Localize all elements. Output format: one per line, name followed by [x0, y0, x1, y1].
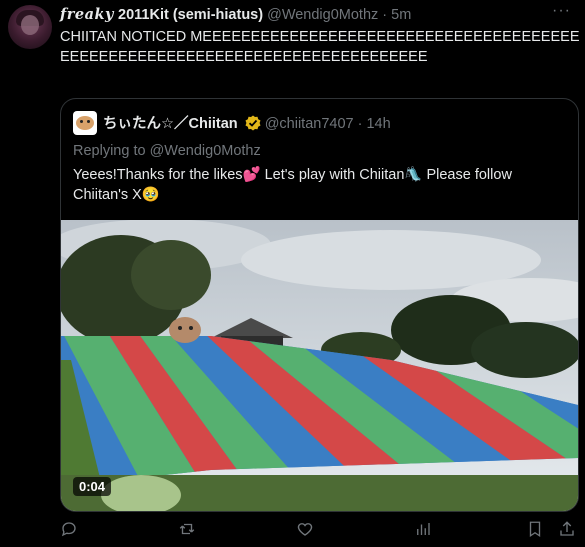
tweet-header: 𝒇𝒓𝒆𝒂𝒌𝒚 2011Kit (semi-hiatus) @Wendig0Mot…	[60, 6, 411, 24]
mascot-figure	[169, 317, 201, 343]
reply-icon[interactable]	[60, 520, 78, 543]
more-icon[interactable]: ···	[552, 2, 571, 20]
timestamp[interactable]: 5m	[391, 7, 411, 23]
views-icon[interactable]	[414, 520, 432, 543]
display-name[interactable]: 𝒇𝒓𝒆𝒂𝒌𝒚 2011Kit (semi-hiatus)	[60, 6, 264, 23]
replying-to: Replying to @Wendig0Mothz	[73, 143, 261, 159]
quote-avatar[interactable]	[73, 111, 97, 135]
retweet-icon[interactable]	[178, 520, 196, 543]
tweet-text: CHIITAN NOTICED MEEEEEEEEEEEEEEEEEEEEEEE…	[60, 29, 580, 65]
display-name-rest: 2011Kit (semi-hiatus)	[113, 7, 264, 23]
heart-icon[interactable]	[296, 520, 314, 543]
avatar-mascot-face	[76, 116, 94, 130]
quote-timestamp[interactable]: 14h	[366, 116, 390, 132]
bookmark-icon[interactable]	[526, 520, 544, 543]
avatar-face	[21, 15, 39, 35]
video-timecode: 0:04	[73, 477, 112, 496]
display-name-styled: 𝒇𝒓𝒆𝒂𝒌𝒚	[60, 6, 114, 23]
author-avatar[interactable]	[8, 5, 52, 49]
separator: ·	[378, 7, 392, 23]
handle[interactable]: @Wendig0Mothz	[267, 7, 378, 23]
quote-separator: ·	[353, 116, 367, 132]
video-player[interactable]: 0:04	[61, 219, 578, 511]
quote-handle[interactable]: @chiitan7407	[265, 116, 354, 132]
avatar-eye-left	[80, 120, 83, 123]
verified-badge-icon	[245, 115, 261, 136]
action-bar	[60, 520, 580, 544]
quote-text: Yeees!Thanks for the likes💕 Let's play w…	[73, 167, 512, 203]
quoted-tweet[interactable]: ちぃたん☆／Chiitan @chiitan7407 · 14h Replyin…	[60, 98, 579, 512]
quote-display-name[interactable]: ちぃたん☆／Chiitan	[103, 116, 238, 132]
share-icon[interactable]	[558, 520, 576, 543]
quote-header: ちぃたん☆／Chiitan @chiitan7407 · 14h	[103, 115, 391, 136]
avatar-eye-right	[87, 120, 90, 123]
video-frame	[61, 219, 578, 511]
